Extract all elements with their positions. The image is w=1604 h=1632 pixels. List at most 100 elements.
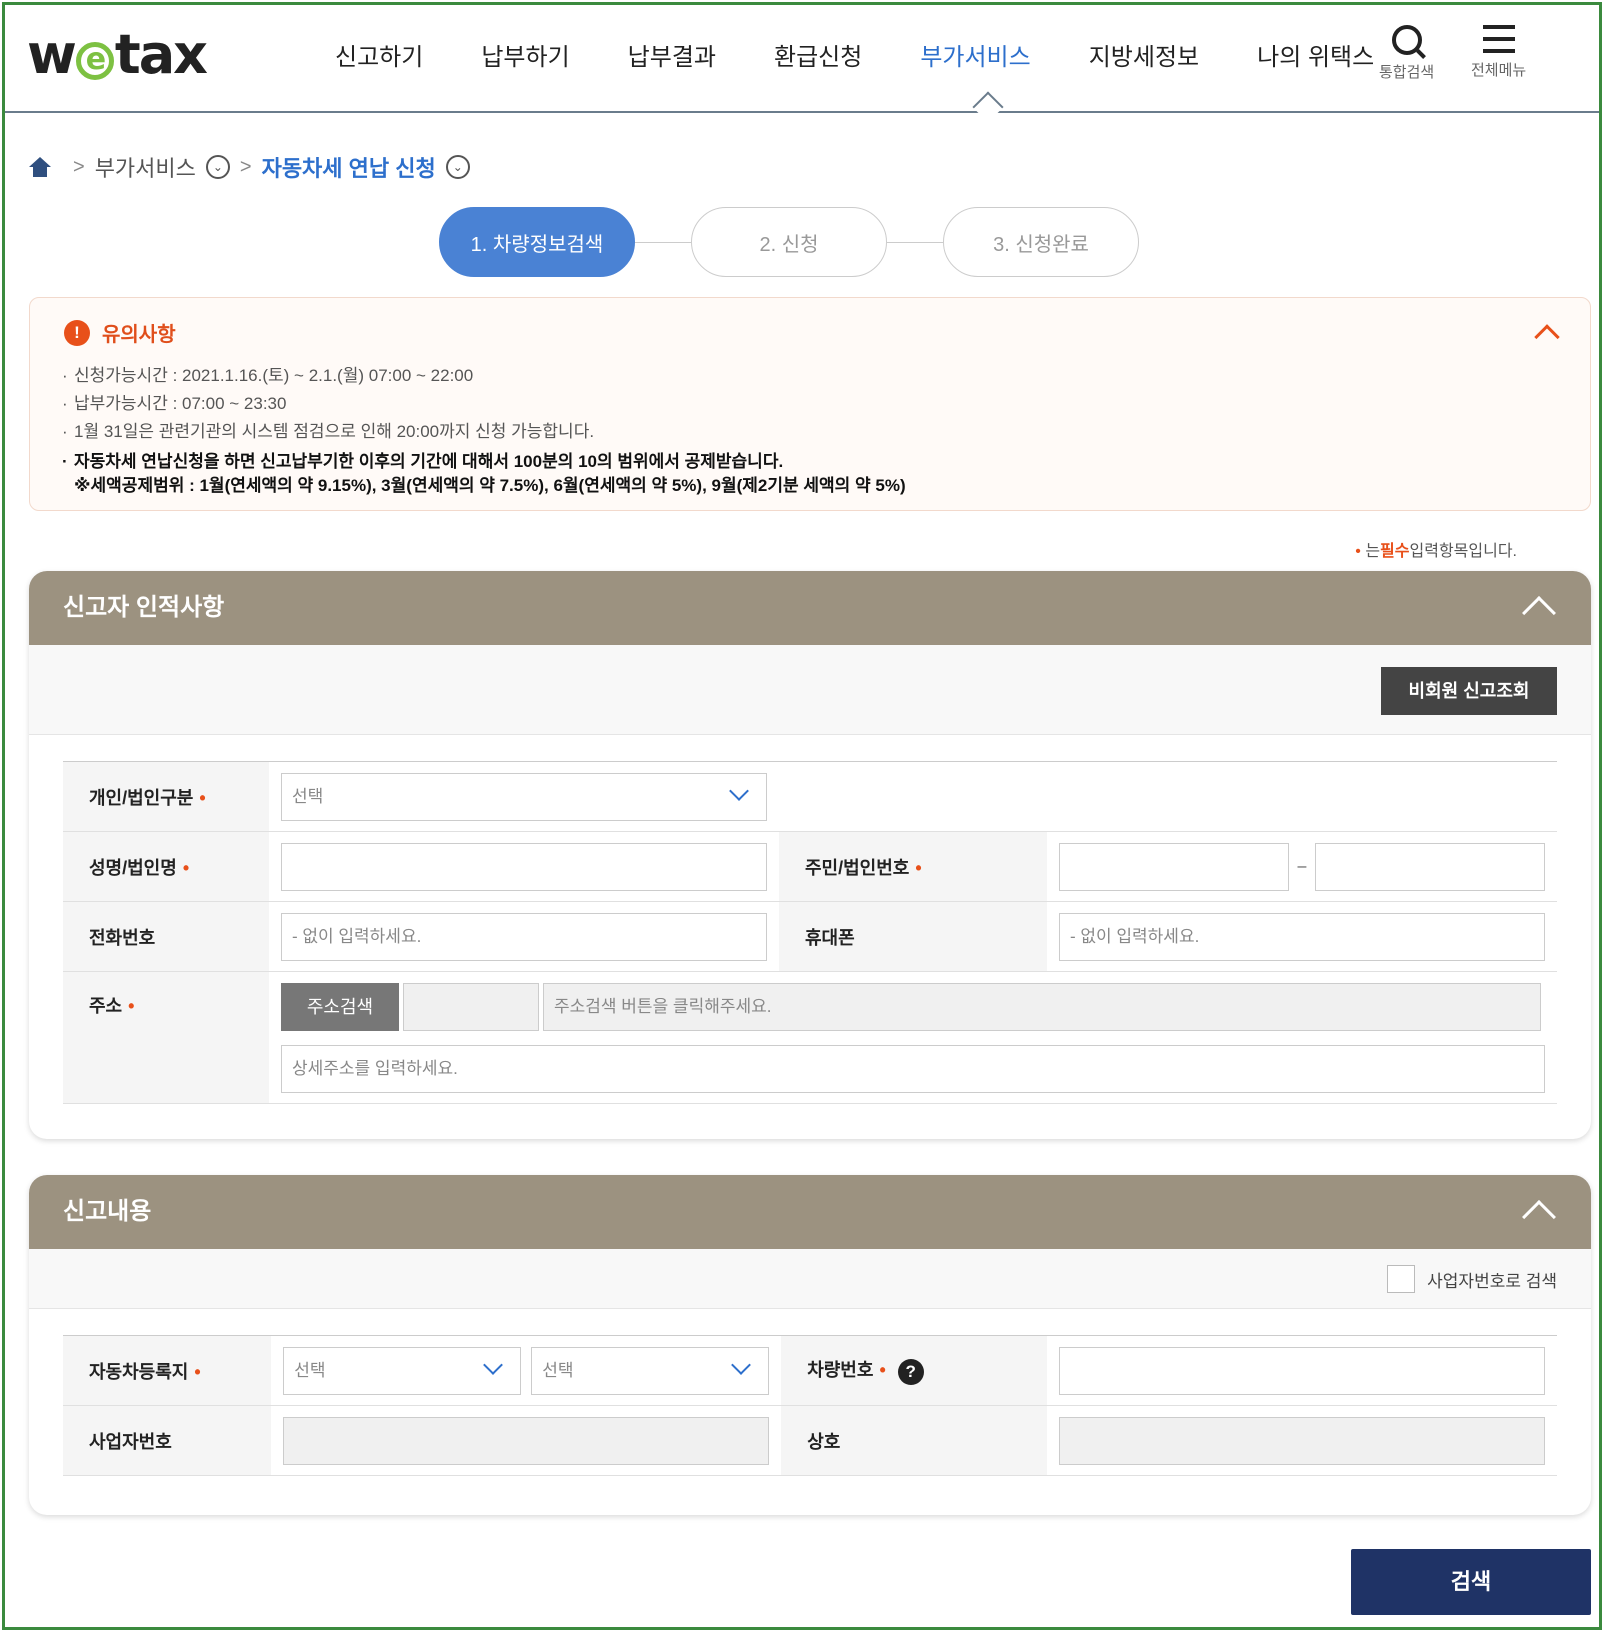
- notice-title-text: 유의사항: [102, 324, 176, 346]
- chevron-down-circle-icon[interactable]: ⌄: [205, 155, 230, 179]
- region-label: 자동차등록지 •: [63, 1335, 272, 1406]
- mobile-input[interactable]: - 없이 입력하세요.: [1059, 912, 1545, 961]
- phone-input[interactable]: - 없이 입력하세요.: [281, 912, 767, 961]
- wetax-logo[interactable]: w e tax: [27, 23, 208, 86]
- breadcrumb-level2[interactable]: 자동차세 연납 신청: [262, 151, 436, 183]
- step-complete: 3. 신청완료: [943, 207, 1139, 277]
- all-menu-label: 전체메뉴: [1471, 62, 1527, 79]
- nav-item[interactable]: 납부하기: [481, 37, 569, 72]
- nav-item[interactable]: 환급신청: [774, 37, 862, 72]
- chevron-down-icon: [731, 1354, 752, 1375]
- search-icon: [1391, 25, 1422, 55]
- unified-search-label: 통합검색: [1379, 64, 1435, 81]
- reporter-form: 개인/법인구분 • 선택 성명/법인명 • 주민/법인번호 • – 전화번호 -…: [63, 761, 1557, 1104]
- name-field: [269, 831, 779, 902]
- mobile-field: - 없이 입력하세요.: [1047, 901, 1557, 972]
- type-select[interactable]: 선택: [281, 772, 767, 821]
- name-input[interactable]: [281, 842, 767, 891]
- report-panel-title: 신고내용: [63, 1198, 152, 1225]
- chevron-down-icon: [483, 1354, 504, 1375]
- step-apply: 2. 신청: [691, 207, 887, 277]
- car-number-field: [1047, 1335, 1557, 1406]
- nonmember-lookup-button[interactable]: 비회원 신고조회: [1381, 667, 1557, 715]
- help-icon[interactable]: ?: [897, 1358, 924, 1385]
- address-detail-input[interactable]: 상세주소를 입력하세요.: [281, 1044, 1545, 1093]
- main-nav: 신고하기 납부하기 납부결과 환급신청 부가서비스 지방세정보 나의 위택스: [335, 37, 1432, 72]
- nav-item[interactable]: 나의 위택스: [1257, 37, 1374, 72]
- unified-search-button[interactable]: 통합검색: [1379, 25, 1434, 82]
- id-number-label: 주민/법인번호 •: [779, 831, 1047, 902]
- notice-item-deduction: 자동차세 연납신청을 하면 신고납부기한 이후의 기간에 대해서 100분의 1…: [62, 450, 906, 498]
- step-connector: [635, 241, 691, 243]
- nav-item[interactable]: 부가서비스: [920, 37, 1030, 72]
- biz-number-checkbox-label: 사업자번호로 검색: [1427, 1271, 1557, 1291]
- address-field: 주소검색 주소검색 버튼을 클릭해주세요. 상세주소를 입력하세요.: [269, 971, 1557, 1104]
- nav-item[interactable]: 납부결과: [628, 37, 716, 72]
- breadcrumb-level1[interactable]: 부가서비스: [95, 151, 196, 183]
- step-vehicle-search: 1. 차량정보검색: [439, 207, 635, 277]
- company-label: 상호: [781, 1405, 1047, 1476]
- notice-title[interactable]: ! 유의사항: [64, 318, 176, 347]
- reporter-toolbar: 비회원 신고조회: [29, 645, 1591, 735]
- active-nav-indicator: [972, 91, 1004, 123]
- biz-number-label: 사업자번호: [63, 1405, 272, 1476]
- site-header: w e tax 신고하기 납부하기 납부결과 환급신청 부가서비스 지방세정보 나의 위택스 통…: [5, 5, 1599, 123]
- car-number-input[interactable]: [1059, 1346, 1545, 1395]
- chevron-down-circle-icon[interactable]: ⌄: [445, 155, 470, 179]
- all-menu-button[interactable]: 전체메뉴: [1471, 25, 1526, 80]
- required-note-post: 입력항목입니다.: [1409, 543, 1518, 560]
- id-number-field: –: [1047, 831, 1557, 902]
- address-search-button[interactable]: 주소검색: [281, 982, 399, 1031]
- nav-item[interactable]: 신고하기: [335, 37, 423, 72]
- required-note-pre: 는: [1365, 543, 1381, 560]
- biz-number-checkbox[interactable]: [1387, 1265, 1416, 1293]
- step-connector: [887, 241, 943, 243]
- breadcrumb: > 부가서비스 ⌄ > 자동차세 연납 신청 ⌄: [29, 151, 470, 183]
- region-select-city[interactable]: 선택: [283, 1346, 522, 1395]
- report-toolbar: 사업자번호로 검색: [29, 1249, 1591, 1309]
- region-select-district[interactable]: 선택: [531, 1346, 770, 1395]
- phone-label: 전화번호: [63, 901, 269, 972]
- required-note: • 는필수입력항목입니다.: [1355, 537, 1517, 561]
- chevron-up-icon[interactable]: [1534, 324, 1560, 350]
- form-row: 자동차등록지 • 선택 선택 차량번호 •?: [63, 1335, 1557, 1406]
- id-separator: –: [1297, 857, 1307, 875]
- notice-list: 신청가능시간 : 2021.1.16.(토) ~ 2.1.(월) 07:00 ~…: [62, 362, 906, 498]
- exclamation-icon: !: [64, 319, 90, 346]
- form-row: 개인/법인구분 • 선택: [63, 761, 1557, 832]
- home-icon[interactable]: [29, 157, 51, 177]
- mobile-label: 휴대폰: [779, 901, 1047, 972]
- reporter-panel-title: 신고자 인적사항: [63, 594, 225, 621]
- zipcode-input: [403, 982, 539, 1031]
- deduction-range-text: ※세액공제범위 : 1월(연세액의 약 9.15%), 3월(연세액의 약 7.…: [74, 476, 906, 495]
- notice-item: 납부가능시간 : 07:00 ~ 23:30: [62, 390, 906, 418]
- region-field: 선택 선택: [271, 1335, 782, 1406]
- type-label: 개인/법인구분 •: [63, 761, 269, 832]
- name-label: 성명/법인명 •: [63, 831, 269, 902]
- page-frame: w e tax 신고하기 납부하기 납부결과 환급신청 부가서비스 지방세정보 나의 위택스 통…: [2, 2, 1602, 1630]
- id-number-back-input[interactable]: [1315, 842, 1545, 891]
- progress-steps: 1. 차량정보검색 2. 신청 3. 신청완료: [439, 207, 1139, 277]
- company-field: [1047, 1405, 1557, 1476]
- form-row: 사업자번호 상호: [63, 1405, 1557, 1476]
- chevron-right-icon: >: [73, 155, 85, 178]
- biz-number-field: [271, 1405, 782, 1476]
- biz-number-search-option[interactable]: 사업자번호로 검색: [1387, 1265, 1557, 1293]
- chevron-up-icon[interactable]: [1522, 596, 1556, 630]
- biz-number-input: [283, 1416, 770, 1465]
- notice-item: 신청가능시간 : 2021.1.16.(토) ~ 2.1.(월) 07:00 ~…: [62, 362, 906, 390]
- company-input: [1059, 1416, 1545, 1465]
- required-note-highlight: 필수: [1380, 543, 1410, 560]
- report-panel-header[interactable]: 신고내용: [29, 1175, 1591, 1249]
- form-row: 전화번호 - 없이 입력하세요. 휴대폰 - 없이 입력하세요.: [63, 901, 1557, 972]
- report-content-panel: 신고내용 사업자번호로 검색 자동차등록지 • 선택 선택 차량번호 •? 사업…: [29, 1175, 1591, 1515]
- chevron-up-icon[interactable]: [1522, 1200, 1556, 1234]
- search-button[interactable]: 검색: [1351, 1549, 1591, 1615]
- nav-item[interactable]: 지방세정보: [1089, 37, 1199, 72]
- id-number-front-input[interactable]: [1059, 842, 1289, 891]
- car-number-label: 차량번호 •?: [781, 1335, 1047, 1406]
- chevron-right-icon: >: [239, 155, 252, 178]
- address-label: 주소 •: [63, 971, 269, 1104]
- notice-item: 1월 31일은 관련기관의 시스템 점검으로 인해 20:00까지 신청 가능합…: [62, 418, 906, 446]
- reporter-panel-header[interactable]: 신고자 인적사항: [29, 571, 1591, 645]
